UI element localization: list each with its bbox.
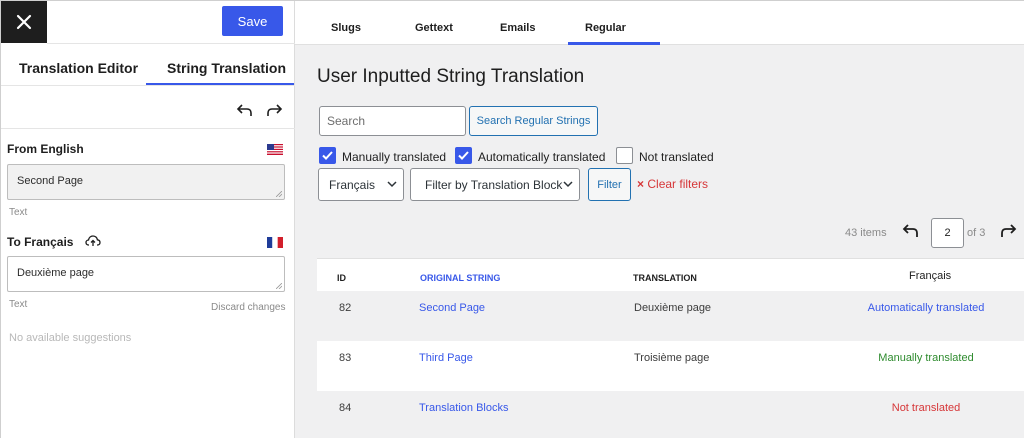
manually-translated-label[interactable]: Manually translated <box>342 150 446 164</box>
chevron-down-icon <box>563 181 573 188</box>
page-number-input[interactable]: 2 <box>931 218 964 248</box>
divider <box>1 85 295 86</box>
redo-icon[interactable] <box>264 100 284 120</box>
tab-slugs[interactable]: Slugs <box>331 22 361 34</box>
row-id: 82 <box>339 302 352 314</box>
column-header-original-string[interactable]: ORIGINAL STRING <box>420 273 500 283</box>
translation-text-field[interactable]: Deuxième page <box>7 256 285 292</box>
status-badge: Manually translated <box>878 352 974 364</box>
resize-grip-icon <box>276 191 282 197</box>
source-text-field: Second Page <box>7 164 285 200</box>
divider <box>1 128 295 129</box>
main-panel: Slugs Gettext Emails Regular User Inputt… <box>295 1 1024 438</box>
automatically-translated-label[interactable]: Automatically translated <box>478 150 605 164</box>
suggestions-text: No available suggestions <box>9 332 132 344</box>
clear-filters-label: Clear filters <box>647 177 709 191</box>
items-count: 43 items <box>845 227 887 239</box>
language-select[interactable]: Français <box>318 168 404 201</box>
table-row[interactable]: 82 Second Page Deuxième page Automatical… <box>317 291 1024 341</box>
tab-regular[interactable]: Regular <box>585 22 626 34</box>
discard-changes-link[interactable]: Discard changes <box>211 302 285 313</box>
row-original-string[interactable]: Translation Blocks <box>419 402 508 414</box>
status-badge: Automatically translated <box>867 302 985 314</box>
translation-text: Deuxième page <box>17 267 95 279</box>
search-regular-strings-button[interactable]: Search Regular Strings <box>469 106 598 136</box>
translation-block-select[interactable]: Filter by Translation Block <box>410 168 580 201</box>
divider <box>47 43 295 44</box>
page-title: User Inputted String Translation <box>317 66 585 87</box>
close-icon <box>16 14 32 30</box>
next-page-icon[interactable] <box>998 222 1018 240</box>
source-type-label: Text <box>9 207 28 218</box>
fr-flag-icon <box>267 237 283 248</box>
search-input[interactable] <box>319 106 466 136</box>
resize-grip-icon[interactable] <box>276 283 282 289</box>
page-total: of 3 <box>967 227 986 239</box>
from-label: From English <box>7 142 84 156</box>
previous-page-icon[interactable] <box>901 222 921 240</box>
row-translation: Troisième page <box>634 352 710 364</box>
table-row[interactable]: 83 Third Page Troisième page Manually tr… <box>317 341 1024 391</box>
save-button[interactable]: Save <box>222 6 283 36</box>
column-header-id: ID <box>337 273 346 283</box>
source-text: Second Page <box>17 175 84 187</box>
automatically-translated-checkbox[interactable] <box>455 147 472 164</box>
status-badge: Not translated <box>891 402 961 414</box>
close-button[interactable] <box>1 1 47 43</box>
row-id: 84 <box>339 402 352 414</box>
top-tabs-bar: Slugs Gettext Emails Regular <box>295 1 1024 45</box>
clear-icon: × <box>637 177 645 191</box>
check-icon <box>322 151 333 160</box>
clear-filters-link[interactable]: × Clear filters <box>637 177 708 191</box>
table-row[interactable]: 84 Translation Blocks Not translated <box>317 391 1024 438</box>
check-icon <box>458 151 469 160</box>
chevron-down-icon <box>387 181 397 188</box>
active-tab-indicator <box>568 42 660 45</box>
row-translation: Deuxième page <box>634 302 712 314</box>
row-id: 83 <box>339 352 352 364</box>
tab-emails[interactable]: Emails <box>500 22 535 34</box>
app-frame: Save Translation Editor String Translati… <box>0 0 1024 438</box>
not-translated-checkbox[interactable] <box>616 147 633 164</box>
not-translated-label[interactable]: Not translated <box>639 150 714 164</box>
strings-table: ID ORIGINAL STRING TRANSLATION Français … <box>317 258 1024 438</box>
column-header-translation: TRANSLATION <box>633 273 697 283</box>
cloud-upload-icon[interactable] <box>85 234 101 247</box>
to-label: To Français <box>7 235 74 249</box>
translation-type-label: Text <box>9 299 28 310</box>
row-original-string[interactable]: Third Page <box>419 352 473 364</box>
manually-translated-checkbox[interactable] <box>319 147 336 164</box>
undo-icon[interactable] <box>235 100 255 120</box>
left-panel: Save Translation Editor String Translati… <box>1 1 295 438</box>
tab-string-translation[interactable]: String Translation <box>167 60 286 76</box>
filter-button[interactable]: Filter <box>588 168 631 201</box>
translation-block-select-value: Filter by Translation Block <box>425 178 563 192</box>
language-select-value: Français <box>329 178 376 192</box>
tab-gettext[interactable]: Gettext <box>415 22 453 34</box>
column-header-language: Français <box>909 270 952 282</box>
us-flag-icon <box>267 144 283 155</box>
tab-translation-editor[interactable]: Translation Editor <box>19 60 138 76</box>
row-original-string[interactable]: Second Page <box>419 302 485 314</box>
